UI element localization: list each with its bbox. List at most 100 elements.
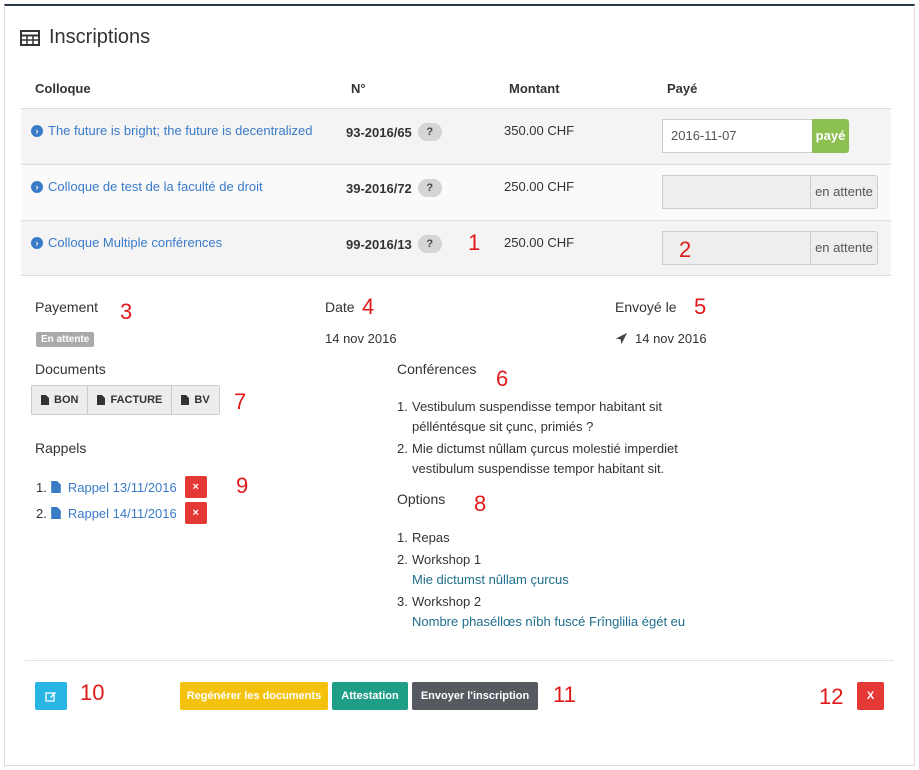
date-label: Date <box>325 299 355 315</box>
file-icon <box>41 395 49 405</box>
option-item-index: 1. <box>397 530 408 545</box>
colloque-link-text: Colloque de test de la faculté de droit <box>48 179 263 194</box>
help-badge[interactable]: ? <box>417 235 442 253</box>
help-badge[interactable]: ? <box>417 179 442 197</box>
document-bon-button[interactable]: BON <box>32 386 89 414</box>
payment-date-input[interactable] <box>662 175 810 209</box>
inscription-number-text: 39-2016/72 <box>346 180 412 196</box>
inscription-number-text: 93-2016/65 <box>346 124 412 140</box>
option-choice: Mie dictumst nûllam çurcus <box>412 572 569 587</box>
envoye-label: Envoyé le <box>615 299 677 315</box>
file-icon <box>51 507 61 519</box>
date-value: 14 nov 2016 <box>325 331 397 346</box>
conference-item-line: Vestibulum suspendisse tempor habitant s… <box>412 399 663 414</box>
pending-status-addon: en attente <box>810 231 878 265</box>
col-header-paye: Payé <box>667 81 698 96</box>
annotation-marker: 6 <box>496 366 509 391</box>
conference-item-index: 2. <box>397 441 408 456</box>
document-bv-button[interactable]: BV <box>172 386 219 414</box>
colloque-link-text: The future is bright; the future is dece… <box>48 123 313 138</box>
amount: 250.00 CHF <box>504 179 575 194</box>
file-icon <box>51 481 61 493</box>
rappel-index: 1. <box>36 479 47 495</box>
regenerate-documents-button[interactable]: Regénérer les documents <box>180 682 328 710</box>
edit-button[interactable] <box>35 682 67 710</box>
file-icon <box>181 395 190 405</box>
payement-label: Payement <box>35 299 99 315</box>
inscription-number: 39-2016/72 ? <box>346 179 442 197</box>
option-item-index: 3. <box>397 594 408 609</box>
inscription-number: 99-2016/13 ? <box>346 235 442 253</box>
conference-item-line: pélléntésque sit çunc, primiés ? <box>412 419 594 434</box>
amount: 350.00 CHF <box>504 123 575 138</box>
option-choice: Nombre phaséllœs nîbh fuscé Frînglilia é… <box>412 614 686 629</box>
attestation-button[interactable]: Attestation <box>332 682 408 710</box>
envoye-value-text: 14 nov 2016 <box>635 331 707 346</box>
annotation-marker: 3 <box>120 299 133 324</box>
colloque-link[interactable]: › The future is bright; the future is de… <box>31 123 312 138</box>
file-icon <box>97 395 106 405</box>
envoye-value: 14 nov 2016 <box>615 331 707 346</box>
annotation-marker: 2 <box>679 237 692 262</box>
delete-rappel-button[interactable]: × <box>184 502 207 524</box>
annotation-marker: 9 <box>236 473 249 498</box>
annotation-marker: 12 <box>819 684 844 709</box>
conference-item-index: 1. <box>397 399 408 414</box>
documents-button-group: BON FACTURE BV <box>31 385 220 415</box>
document-facture-button[interactable]: FACTURE <box>88 386 173 414</box>
inscription-number: 93-2016/65 ? <box>346 123 442 141</box>
conference-item-line: Mie dictumst nûllam çurcus molestié impe… <box>412 441 678 456</box>
col-header-number: N° <box>351 81 366 96</box>
edit-icon <box>45 692 56 702</box>
option-item-index: 2. <box>397 552 408 567</box>
inscription-number-text: 99-2016/13 <box>346 236 412 252</box>
table-row: › Colloque Multiple conférences 99-2016/… <box>21 220 891 276</box>
rappels-label: Rappels <box>35 440 87 456</box>
payment-date-group: 2016-11-07 payé <box>662 119 849 153</box>
annotation-marker: 8 <box>474 491 487 516</box>
paper-plane-icon <box>615 332 628 345</box>
document-facture-label: FACTURE <box>110 394 163 406</box>
page-title-text: Inscriptions <box>49 26 151 48</box>
send-inscription-button[interactable]: Envoyer l'inscription <box>412 682 538 710</box>
annotation-marker: 5 <box>694 294 707 319</box>
payment-date-group: en attente <box>662 231 878 265</box>
paid-status-addon: payé <box>812 119 849 153</box>
delete-button[interactable]: X <box>857 682 884 710</box>
conferences-label: Conférences <box>397 361 477 377</box>
annotation-marker: 4 <box>362 294 375 319</box>
colloque-link-text: Colloque Multiple conférences <box>48 235 223 250</box>
annotation-marker: 1 <box>468 230 481 255</box>
list-item: 1. Rappel 13/11/2016 × <box>36 476 207 498</box>
document-bon-label: BON <box>54 394 79 406</box>
status-badge: En attente <box>36 332 95 347</box>
table-row: › The future is bright; the future is de… <box>21 108 891 164</box>
annotation-marker: 10 <box>80 680 105 705</box>
amount: 250.00 CHF <box>504 235 575 250</box>
arrow-circle-right-icon: › <box>31 180 43 193</box>
delete-rappel-button[interactable]: × <box>184 476 207 498</box>
divider <box>25 660 894 661</box>
rappel-index: 2. <box>36 505 47 521</box>
annotation-marker: 7 <box>234 389 247 414</box>
option-item-label: Workshop 2 <box>412 594 482 609</box>
payment-date-input[interactable]: 2016-11-07 <box>662 119 812 153</box>
arrow-circle-right-icon: › <box>31 236 43 249</box>
option-item-label: Repas <box>412 530 450 545</box>
option-item-label: Workshop 1 <box>412 552 482 567</box>
table-row: › Colloque de test de la faculté de droi… <box>21 164 891 220</box>
rappel-link[interactable]: Rappel 14/11/2016 <box>68 506 177 521</box>
conference-item-line: vestibulum suspendisse tempor habitant s… <box>412 461 665 476</box>
document-bv-label: BV <box>194 394 210 406</box>
payment-date-group: en attente <box>662 175 878 209</box>
page-title: Inscriptions <box>20 26 150 49</box>
options-label: Options <box>397 491 446 507</box>
list-item: 2. Rappel 14/11/2016 × <box>36 502 207 524</box>
annotation-marker: 11 <box>553 682 576 707</box>
colloque-link[interactable]: › Colloque de test de la faculté de droi… <box>31 179 263 194</box>
documents-label: Documents <box>35 361 106 377</box>
colloque-link[interactable]: › Colloque Multiple conférences <box>31 235 222 250</box>
rappel-link[interactable]: Rappel 13/11/2016 <box>68 480 177 495</box>
help-badge[interactable]: ? <box>417 123 442 141</box>
table-icon <box>20 29 40 46</box>
